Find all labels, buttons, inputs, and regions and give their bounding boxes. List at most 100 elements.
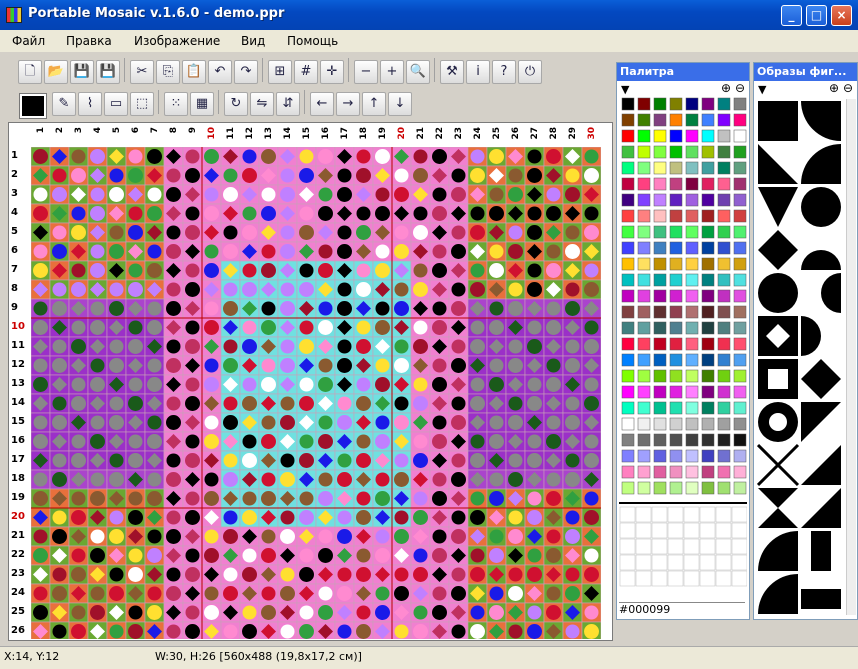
mosaic-tile-circle (242, 491, 257, 506)
palette-empty-slot (699, 506, 716, 523)
arrow-up-icon[interactable]: ↑ (362, 92, 386, 116)
mosaic-tile-circle (527, 339, 542, 354)
mosaic-tile-circle (432, 149, 447, 164)
new-file-icon[interactable]: 🗋 (18, 60, 42, 84)
mosaic-tile-circle (337, 396, 352, 411)
save-icon[interactable]: 💾 (70, 60, 94, 84)
shapes-zoom-in-icon[interactable]: ⊕ (829, 81, 839, 95)
grid-dots-icon[interactable]: ⁙ (164, 92, 188, 116)
mosaic-tile-circle (52, 168, 67, 183)
palette-swatch (685, 337, 699, 351)
rotate-icon[interactable]: ↻ (224, 92, 248, 116)
palette-swatch (733, 401, 747, 415)
menu-view[interactable]: Вид (241, 34, 265, 48)
flip-h-icon[interactable]: ⇋ (250, 92, 274, 116)
column-label: 12 (245, 127, 255, 140)
mosaic-tile-circle (223, 529, 238, 544)
mosaic-tile-circle (33, 301, 48, 316)
pencil-icon[interactable]: ✎ (52, 92, 76, 116)
palette-dropdown-icon[interactable]: ▼ (621, 83, 631, 96)
mosaic-tile-circle (166, 339, 181, 354)
grid-icon[interactable]: # (294, 60, 318, 84)
open-icon[interactable]: 📂 (44, 60, 68, 84)
mosaic-tile-circle (584, 567, 599, 582)
flip-v-icon[interactable]: ⇵ (276, 92, 300, 116)
mosaic-tile-circle (489, 377, 504, 392)
undo-icon[interactable]: ↶ (208, 60, 232, 84)
zoom-icon[interactable]: 🔍 (406, 60, 430, 84)
arrow-down-icon[interactable]: ↓ (388, 92, 412, 116)
mosaic-tile-circle (33, 586, 48, 601)
mosaic-tile-circle (584, 339, 599, 354)
mosaic-tile-circle (546, 586, 561, 601)
mosaic-canvas[interactable]: 1 2 3 4 5 6 7 8 9 10 11 12 13 14 15 16 17 18 19 20 21 22 23 24 2… (8, 122, 613, 641)
mosaic-tile-circle (356, 624, 371, 639)
palette-swatch (621, 225, 635, 239)
zoom-out-icon[interactable]: − (354, 60, 378, 84)
mosaic-tile-circle (280, 415, 295, 430)
paste-icon[interactable]: 📋 (182, 60, 206, 84)
palette-zoom-out-icon[interactable]: ⊖ (735, 81, 745, 95)
save-as-icon[interactable]: 💾 (96, 60, 120, 84)
palette-swatch (701, 305, 715, 319)
palette-swatch (733, 225, 747, 239)
palette-swatch (685, 129, 699, 143)
grid-fill-icon[interactable]: ▦ (190, 92, 214, 116)
redo-icon[interactable]: ↷ (234, 60, 258, 84)
palette-zoom-in-icon[interactable]: ⊕ (721, 81, 731, 95)
shapes-zoom-out-icon[interactable]: ⊖ (843, 81, 853, 95)
tools-icon[interactable]: ⚒ (440, 60, 464, 84)
palette-swatch (669, 289, 683, 303)
palette-swatches[interactable] (619, 95, 747, 595)
exit-icon[interactable]: ⏻ (518, 60, 542, 84)
select-icon[interactable]: ⬚ (130, 92, 154, 116)
palette-swatch (637, 241, 651, 255)
palette-swatch (685, 481, 699, 495)
mosaic-tile-circle (413, 282, 428, 297)
toolbar-separator (434, 58, 435, 82)
eyedropper-icon[interactable]: ⌇ (78, 92, 102, 116)
mosaic-tile-circle (546, 491, 561, 506)
center-icon[interactable]: ✛ (320, 60, 344, 84)
menu-edit[interactable]: Правка (66, 34, 112, 48)
palette-swatch (685, 241, 699, 255)
current-color-swatch[interactable] (19, 93, 47, 119)
zoom-in-icon[interactable]: + (380, 60, 404, 84)
mosaic-tile-circle (90, 548, 105, 563)
menu-file[interactable]: Файл (12, 34, 45, 48)
mosaic-tile-circle (432, 320, 447, 335)
close-button[interactable]: × (831, 5, 852, 26)
mosaic-tile-circle (356, 320, 371, 335)
maximize-button[interactable]: □ (806, 5, 827, 26)
help-icon[interactable]: ? (492, 60, 516, 84)
info-icon[interactable]: i (466, 60, 490, 84)
mosaic-tile-circle (508, 396, 523, 411)
palette-swatch (717, 417, 731, 431)
palette-swatch (621, 177, 635, 191)
mosaic-tile-circle (584, 263, 599, 278)
mosaic-tile-circle (299, 225, 314, 240)
menu-help[interactable]: Помощь (287, 34, 338, 48)
mosaic-grid[interactable] (31, 147, 601, 639)
shapes-list[interactable] (757, 99, 843, 615)
mosaic-tile-circle (394, 624, 409, 639)
copy-icon[interactable]: ⎘ (156, 60, 180, 84)
mosaic-tile-circle (584, 548, 599, 563)
mosaic-tile-circle (584, 320, 599, 335)
cut-icon[interactable]: ✂ (130, 60, 154, 84)
minimize-button[interactable]: _ (781, 5, 802, 26)
grid-ruler-icon[interactable]: ⊞ (268, 60, 292, 84)
mosaic-tile-circle (242, 377, 257, 392)
arrow-right-icon[interactable]: → (336, 92, 360, 116)
palette-swatch (621, 337, 635, 351)
menu-image[interactable]: Изображение (134, 34, 220, 48)
eraser-icon[interactable]: ▭ (104, 92, 128, 116)
mosaic-tile-circle (356, 149, 371, 164)
shapes-dropdown-icon[interactable]: ▼ (758, 83, 766, 96)
title-bar[interactable]: Portable Mosaic v.1.6.0 - demo.ppr _ □ × (0, 0, 858, 30)
mosaic-tile-circle (470, 168, 485, 183)
palette-empty-slot (683, 506, 700, 523)
shapes-scrollbar[interactable] (846, 99, 856, 615)
mosaic-tile-circle (375, 301, 390, 316)
arrow-left-icon[interactable]: ← (310, 92, 334, 116)
